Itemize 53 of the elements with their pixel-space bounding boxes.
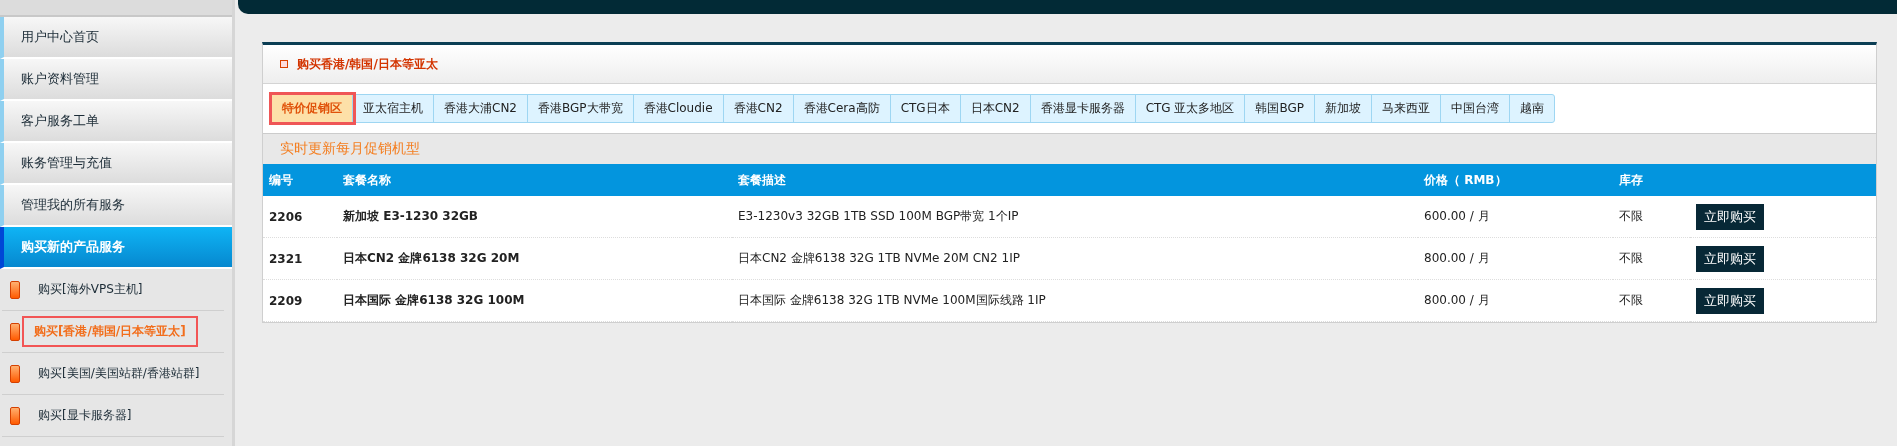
tab[interactable]: 香港显卡服务器 xyxy=(1030,95,1136,122)
table-cell: 2209 xyxy=(263,279,337,322)
buy-button[interactable]: 立即购买 xyxy=(1696,245,1764,272)
table-cell: E3-1230v3 32GB 1TB SSD 100M BGP带宽 1个IP xyxy=(732,196,1418,238)
tab[interactable]: 香港Cloudie xyxy=(633,95,724,122)
table-cell: 800.00 / 月 xyxy=(1418,279,1613,322)
tab[interactable]: 马来西亚 xyxy=(1372,95,1442,122)
tab[interactable]: 日本CN2 xyxy=(960,95,1031,122)
table-cell: 新加坡 E3-1230 32GB xyxy=(337,196,732,238)
panel-title: 购买香港/韩国/日本等亚太 xyxy=(297,55,438,73)
table-cell: 2206 xyxy=(263,196,337,238)
bullet-icon xyxy=(10,364,20,383)
table-cell: 2321 xyxy=(263,237,337,280)
table-cell: 600.00 / 月 xyxy=(1418,196,1613,238)
column-header: 价格（ RMB） xyxy=(1418,164,1613,196)
tab[interactable]: 韩国BGP xyxy=(1245,95,1316,122)
bullet-icon xyxy=(10,322,20,341)
notice-text: 实时更新每月促销机型 xyxy=(263,134,1876,164)
bullet-icon xyxy=(10,280,20,299)
buy-button[interactable]: 立即购买 xyxy=(1696,203,1764,230)
tab[interactable]: 越南 xyxy=(1510,95,1555,122)
column-header: 编号 xyxy=(263,164,337,196)
table-cell: 不限 xyxy=(1613,237,1690,280)
tab[interactable]: 香港BGP大带宽 xyxy=(528,95,634,122)
tab[interactable]: 中国台湾 xyxy=(1441,95,1511,122)
tab[interactable]: CTG日本 xyxy=(890,95,961,122)
submenu-link[interactable]: 购买[海外VPS主机] xyxy=(34,277,147,302)
tab[interactable]: 香港大浦CN2 xyxy=(434,95,528,122)
square-icon xyxy=(280,60,288,68)
tab[interactable]: 香港Cera高防 xyxy=(793,95,891,122)
table-cell: 日本CN2 金牌6138 32G 1TB NVMe 20M CN2 1IP xyxy=(732,237,1418,280)
table-cell: 日本CN2 金牌6138 32G 20M xyxy=(337,237,732,280)
sidebar-item[interactable]: 客户服务工单 xyxy=(0,101,232,143)
table-cell: 日本国际 金牌6138 32G 1TB NVMe 100M国际线路 1IP xyxy=(732,279,1418,322)
column-header: 库存 xyxy=(1613,164,1690,196)
submenu-link[interactable]: 购买[显卡服务器] xyxy=(34,403,136,428)
submenu-link[interactable]: 购买[美国/美国站群/香港站群] xyxy=(34,361,204,386)
buy-button[interactable]: 立即购买 xyxy=(1696,287,1764,314)
sidebar-item[interactable]: 管理我的所有服务 xyxy=(0,185,232,227)
table-cell: 不限 xyxy=(1613,196,1690,238)
table-cell: 800.00 / 月 xyxy=(1418,237,1613,280)
column-header: 套餐名称 xyxy=(337,164,732,196)
table-cell: 日本国际 金牌6138 32G 100M xyxy=(337,279,732,322)
sidebar-item[interactable]: 用户中心首页 xyxy=(0,17,232,59)
tab[interactable]: CTG 亚太多地区 xyxy=(1135,95,1246,122)
table-cell: 不限 xyxy=(1613,279,1690,322)
sidebar-item[interactable]: 账务管理与充值 xyxy=(0,143,232,185)
tab[interactable]: 新加坡 xyxy=(1315,95,1373,122)
bullet-icon xyxy=(10,406,20,425)
tab[interactable]: 香港CN2 xyxy=(723,95,794,122)
column-header: 套餐描述 xyxy=(732,164,1418,196)
sidebar-item[interactable]: 账户资料管理 xyxy=(0,59,232,101)
tab[interactable]: 亚太宿主机 xyxy=(353,95,434,122)
